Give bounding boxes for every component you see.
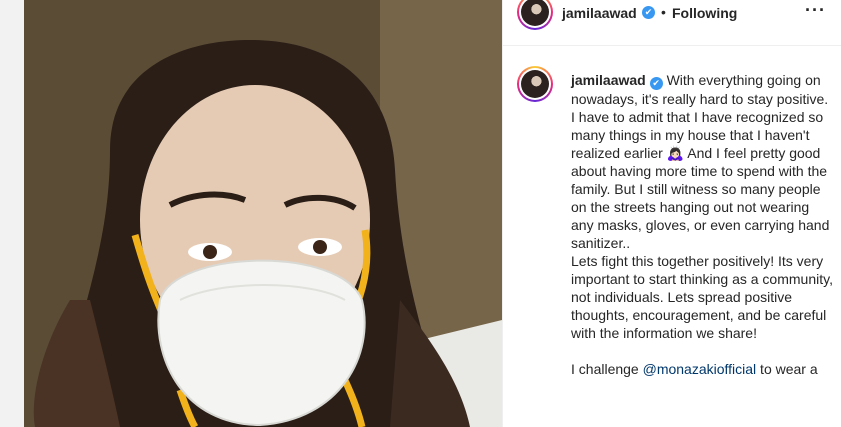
caption-username[interactable]: jamilaawad: [571, 72, 646, 88]
verified-icon: ✔: [642, 6, 655, 19]
mention-link[interactable]: @monazakiofficial: [643, 361, 757, 377]
more-options-icon[interactable]: ···: [805, 0, 826, 21]
following-button[interactable]: Following: [672, 5, 737, 21]
separator-dot: •: [661, 4, 666, 20]
header-username[interactable]: jamilaawad: [562, 5, 637, 21]
post-header: jamilaawad ✔ • Following ···: [503, 0, 841, 46]
caption-body-continued: to wear a: [756, 361, 818, 377]
selfie-illustration: [24, 0, 502, 427]
caption-avatar[interactable]: [517, 66, 553, 102]
avatar[interactable]: [517, 0, 553, 30]
caption-text: jamilaawad ✔ With everything going on now…: [571, 71, 833, 378]
post-photo[interactable]: [0, 0, 502, 427]
caption-verified-icon: ✔: [649, 77, 663, 90]
post-sidebar: jamilaawad ✔ • Following ··· jamilaawad ✔…: [502, 0, 841, 427]
caption-body: With everything going on nowadays, it's …: [571, 72, 833, 377]
